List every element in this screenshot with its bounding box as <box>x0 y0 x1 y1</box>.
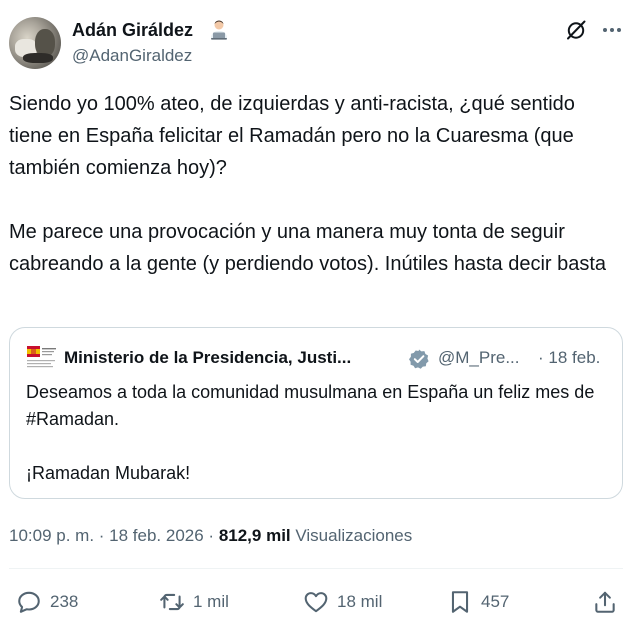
technologist-emoji-icon <box>211 20 227 40</box>
quoted-display-name: Ministerio de la Presidencia, Justi... <box>64 348 352 367</box>
author-handle[interactable]: @AdanGiraldez <box>72 45 192 67</box>
verified-badge-icon <box>409 349 429 369</box>
reply-icon <box>18 591 40 613</box>
tweet-text: Siendo yo 100% ateo, de izquierdas y ant… <box>9 93 607 275</box>
grok-icon[interactable] <box>564 18 588 42</box>
bookmark-button[interactable]: 457 <box>447 589 509 615</box>
repost-button[interactable]: 1 mil <box>159 589 229 615</box>
reply-button[interactable]: 238 <box>16 589 78 615</box>
meta-separator: · <box>203 526 219 545</box>
divider <box>9 568 623 569</box>
repost-count: 1 mil <box>193 592 229 611</box>
bookmark-icon <box>451 591 469 613</box>
tweet: Adán Giráldez @AdanGiraldez Siendo yo 10… <box>0 0 634 630</box>
quoted-handle: @M_Pre... <box>438 348 520 367</box>
share-icon <box>595 591 615 613</box>
quoted-text: Deseamos a toda la comunidad musulmana e… <box>26 382 595 483</box>
tweet-time[interactable]: 10:09 p. m. <box>9 526 94 545</box>
tweet-date[interactable]: 18 feb. 2026 <box>109 526 204 545</box>
quoted-tweet[interactable]: Ministerio de la Presidencia, Justi... @… <box>9 327 623 499</box>
more-icon[interactable] <box>600 18 624 42</box>
quoted-date[interactable]: · 18 feb. <box>538 347 600 369</box>
reply-count: 238 <box>50 592 79 611</box>
meta-separator: · <box>94 526 110 545</box>
author-display-name[interactable]: Adán Giráldez <box>72 19 193 41</box>
share-button[interactable] <box>592 589 618 615</box>
tweet-meta: 10:09 p. m. · 18 feb. 2026 · 812,9 mil V… <box>9 525 412 547</box>
author-avatar[interactable] <box>9 17 61 69</box>
like-icon <box>304 592 328 613</box>
views-count[interactable]: 812,9 mil <box>219 526 291 545</box>
views-label[interactable]: Visualizaciones <box>291 526 412 545</box>
like-count: 18 mil <box>337 592 383 611</box>
quoted-author-avatar[interactable] <box>26 344 58 376</box>
repost-icon <box>160 593 184 611</box>
like-button[interactable]: 18 mil <box>303 589 382 615</box>
bookmark-count: 457 <box>481 592 510 611</box>
